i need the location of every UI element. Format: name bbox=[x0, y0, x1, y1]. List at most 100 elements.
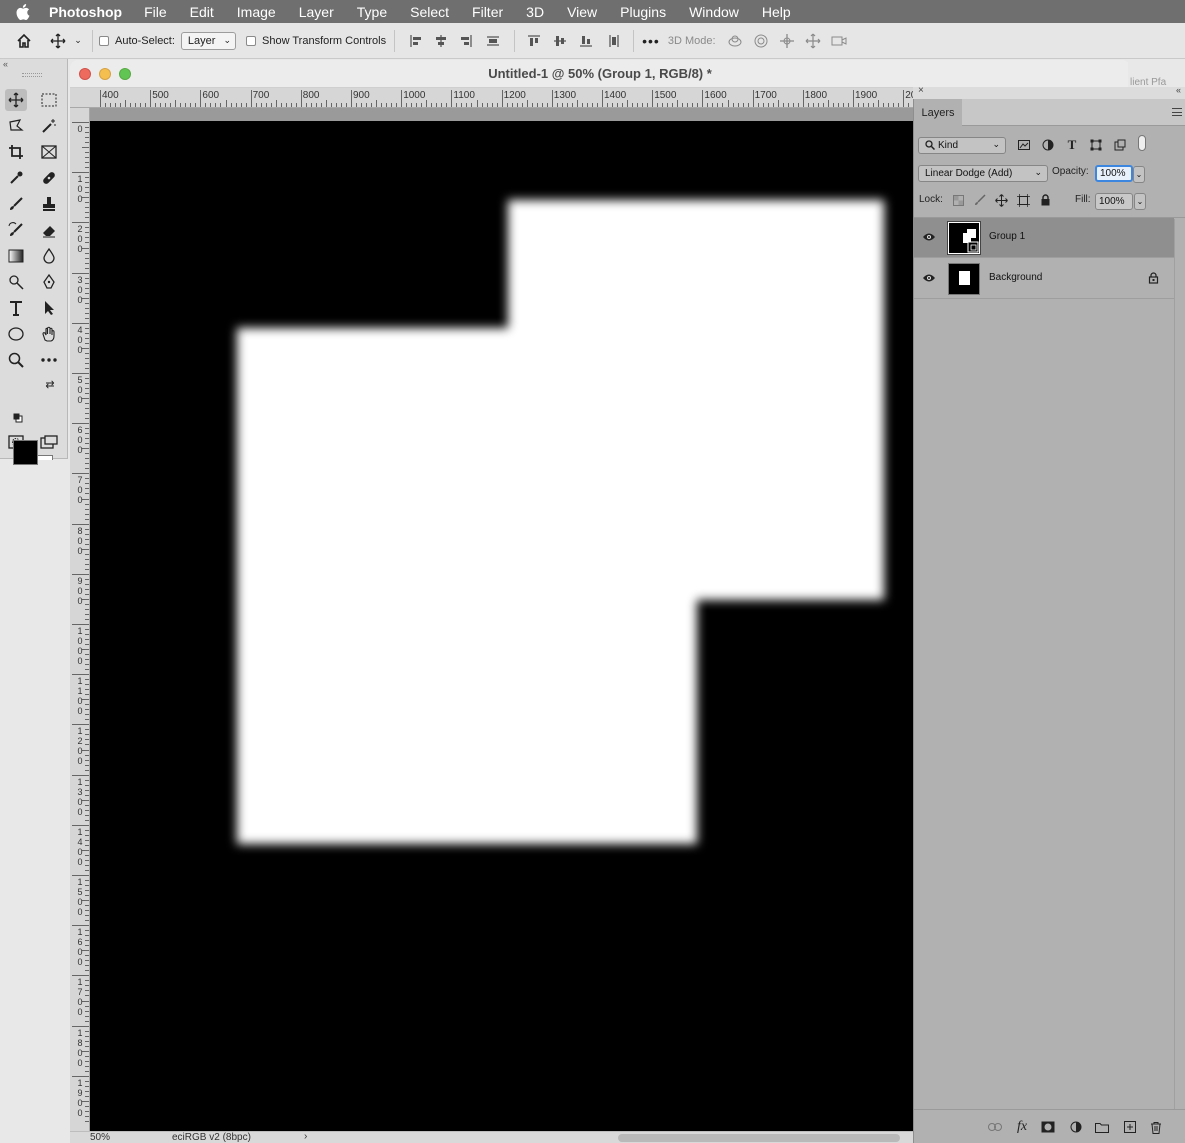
pen-tool-icon[interactable] bbox=[38, 271, 60, 293]
horizontal-ruler[interactable]: 400 500 600 700 800 900 1000 1100 1200 1300 1400 15… bbox=[70, 88, 950, 108]
apple-icon[interactable] bbox=[14, 3, 32, 20]
new-group-folder-icon[interactable] bbox=[1094, 1119, 1110, 1135]
document-titlebar[interactable]: Untitled-1 @ 50% (Group 1, RGB/8) * bbox=[70, 60, 1130, 88]
document-canvas[interactable] bbox=[90, 121, 913, 1131]
layer-name[interactable]: Group 1 bbox=[989, 231, 1025, 242]
layer-thumbnail[interactable] bbox=[948, 263, 980, 295]
zoom-window-button[interactable] bbox=[119, 68, 131, 80]
show-transform-checkbox[interactable] bbox=[246, 35, 256, 46]
status-menu-arrow[interactable]: › bbox=[304, 1131, 307, 1142]
fill-input[interactable]: 100% ⌄ bbox=[1095, 192, 1146, 210]
menu-filter[interactable]: Filter bbox=[472, 4, 503, 20]
align-vertical-center-icon[interactable] bbox=[547, 34, 573, 48]
menu-3d[interactable]: 3D bbox=[526, 4, 544, 20]
distribute-horizontal-icon[interactable] bbox=[599, 34, 629, 48]
link-layers-icon[interactable] bbox=[987, 1119, 1003, 1135]
tab-layers[interactable]: Layers bbox=[914, 99, 962, 126]
blend-mode-dropdown[interactable]: Linear Dodge (Add) ⌄ bbox=[918, 164, 1048, 182]
add-mask-icon[interactable] bbox=[1040, 1119, 1056, 1135]
zoom-tool-icon[interactable] bbox=[5, 349, 27, 371]
close-panel-icon[interactable]: × bbox=[918, 85, 924, 96]
collapse-dock-icon[interactable]: « bbox=[1176, 85, 1181, 95]
menu-image[interactable]: Image bbox=[237, 4, 276, 20]
move-tool-icon[interactable] bbox=[5, 89, 27, 111]
3d-pan-icon[interactable] bbox=[774, 33, 800, 49]
lock-image-pixels-icon[interactable] bbox=[973, 193, 987, 207]
lock-all-icon[interactable] bbox=[1038, 193, 1052, 207]
frame-tool-icon[interactable] bbox=[38, 141, 60, 163]
marquee-tool-icon[interactable] bbox=[38, 89, 60, 111]
3d-camera-icon[interactable] bbox=[826, 35, 852, 47]
home-icon[interactable] bbox=[0, 33, 48, 49]
panel-grip[interactable] bbox=[22, 73, 42, 77]
layers-scrollbar[interactable] bbox=[1174, 219, 1185, 1109]
menu-select[interactable]: Select bbox=[410, 4, 449, 20]
path-selection-icon[interactable] bbox=[38, 297, 60, 319]
hand-tool-icon[interactable] bbox=[38, 323, 60, 345]
panel-menu-icon[interactable] bbox=[1172, 108, 1182, 116]
lock-artboard-icon[interactable] bbox=[1016, 193, 1030, 207]
foreground-color-swatch[interactable] bbox=[13, 440, 38, 465]
3d-slide-icon[interactable] bbox=[800, 33, 826, 49]
crop-tool-icon[interactable] bbox=[5, 141, 27, 163]
collapse-panel-icon[interactable]: « bbox=[3, 59, 8, 69]
vertical-ruler[interactable]: 0 100 200 300 400 500 600 700 800 900 1000 1100 1200… bbox=[70, 108, 90, 1143]
filter-pixel-icon[interactable] bbox=[1017, 138, 1031, 152]
type-tool-icon[interactable] bbox=[5, 297, 27, 319]
opacity-input[interactable]: 100% ⌄ bbox=[1095, 164, 1145, 183]
zoom-level[interactable]: 50% bbox=[90, 1132, 110, 1143]
menu-plugins[interactable]: Plugins bbox=[620, 4, 666, 20]
align-top-icon[interactable] bbox=[521, 34, 547, 48]
dodge-tool-icon[interactable] bbox=[5, 271, 27, 293]
distribute-vertical-icon[interactable] bbox=[478, 34, 508, 48]
new-layer-icon[interactable] bbox=[1122, 1119, 1138, 1135]
layer-style-fx-icon[interactable]: fx bbox=[1014, 1119, 1030, 1135]
default-colors-icon[interactable] bbox=[11, 411, 25, 425]
gradient-tool-icon[interactable] bbox=[5, 245, 27, 267]
healing-brush-icon[interactable] bbox=[38, 167, 60, 189]
tool-preset-chevron-icon[interactable]: ⌄ bbox=[68, 35, 88, 46]
align-left-icon[interactable] bbox=[403, 34, 428, 48]
menu-file[interactable]: File bbox=[144, 4, 167, 20]
blur-tool-icon[interactable] bbox=[38, 245, 60, 267]
filter-shape-icon[interactable] bbox=[1089, 138, 1103, 152]
close-window-button[interactable] bbox=[79, 68, 91, 80]
filter-type-icon[interactable]: T bbox=[1065, 137, 1079, 152]
menu-window[interactable]: Window bbox=[689, 4, 739, 20]
eyedropper-icon[interactable] bbox=[5, 167, 27, 189]
menu-view[interactable]: View bbox=[567, 4, 597, 20]
visibility-eye-icon[interactable] bbox=[922, 272, 938, 286]
swap-colors-icon[interactable]: ⇄ bbox=[43, 377, 57, 391]
layer-row-group-1[interactable]: Group 1 bbox=[914, 218, 1174, 258]
minimize-window-button[interactable] bbox=[99, 68, 111, 80]
history-brush-icon[interactable] bbox=[5, 219, 27, 241]
visibility-eye-icon[interactable] bbox=[922, 231, 938, 245]
menu-edit[interactable]: Edit bbox=[190, 4, 214, 20]
layer-lock-icon[interactable] bbox=[1148, 272, 1159, 287]
layer-name[interactable]: Background bbox=[989, 272, 1042, 283]
lock-transparent-pixels-icon[interactable] bbox=[951, 193, 965, 207]
menu-app-photoshop[interactable]: Photoshop bbox=[49, 4, 122, 20]
magic-wand-icon[interactable] bbox=[38, 115, 60, 137]
align-bottom-icon[interactable] bbox=[573, 34, 599, 48]
layer-thumbnail[interactable] bbox=[947, 221, 981, 255]
auto-select-checkbox[interactable] bbox=[99, 35, 109, 46]
screen-mode-icon[interactable] bbox=[38, 431, 60, 453]
ellipse-tool-icon[interactable] bbox=[5, 323, 27, 345]
layer-row-background[interactable]: Background bbox=[914, 259, 1174, 299]
horizontal-scrollbar[interactable] bbox=[618, 1134, 900, 1142]
menu-layer[interactable]: Layer bbox=[299, 4, 334, 20]
align-right-icon[interactable] bbox=[453, 34, 478, 48]
menu-help[interactable]: Help bbox=[762, 4, 791, 20]
opacity-slider-toggle[interactable]: ⌄ bbox=[1133, 165, 1145, 183]
lock-position-icon[interactable] bbox=[994, 193, 1008, 207]
clone-stamp-icon[interactable] bbox=[38, 193, 60, 215]
filter-adjustment-icon[interactable] bbox=[1041, 138, 1055, 152]
filter-smart-object-icon[interactable] bbox=[1113, 138, 1127, 152]
menu-type[interactable]: Type bbox=[357, 4, 387, 20]
fill-slider-toggle[interactable]: ⌄ bbox=[1134, 192, 1146, 210]
3d-roll-icon[interactable] bbox=[748, 33, 774, 49]
more-options-icon[interactable]: ••• bbox=[642, 33, 660, 49]
3d-orbit-icon[interactable] bbox=[722, 34, 748, 48]
delete-layer-icon[interactable] bbox=[1148, 1119, 1164, 1135]
